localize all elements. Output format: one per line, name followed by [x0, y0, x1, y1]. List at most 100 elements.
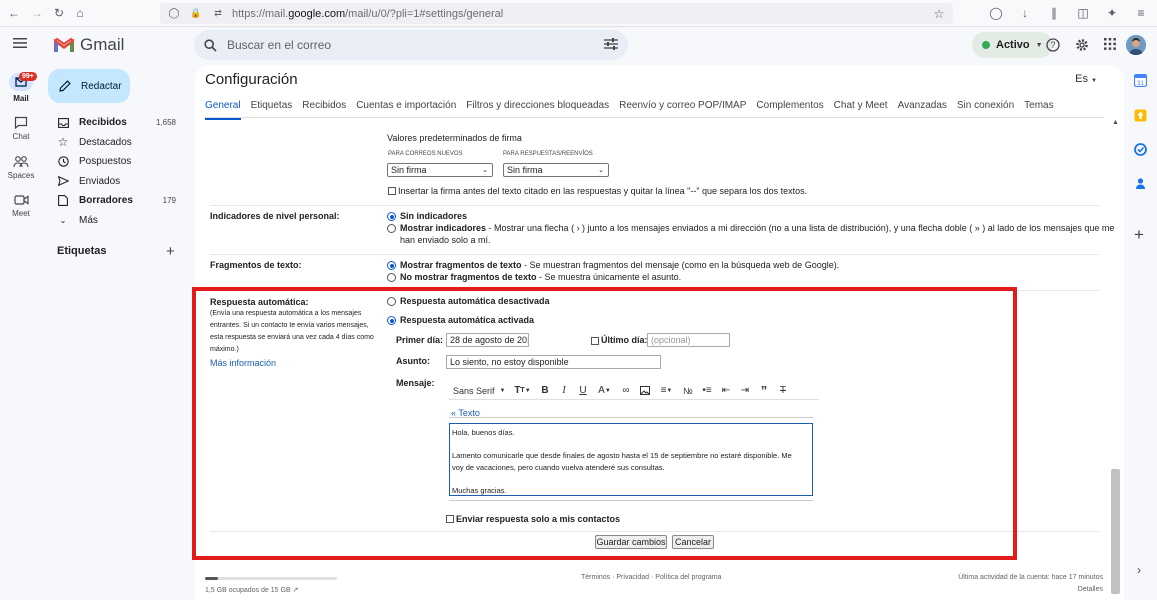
show-indicators-desc-line2: han enviado solo a mí.	[400, 235, 491, 245]
storage-usage: 1,5 GB ocupados de 15 GB ↗	[205, 586, 298, 594]
gmail-m-icon	[54, 37, 74, 52]
unread-count: 1,658	[155, 118, 176, 128]
input-tools-selector[interactable]: Es ▼	[1075, 73, 1097, 85]
calendar-icon[interactable]: 31	[1133, 73, 1148, 90]
chevron-down-icon: ▼	[1035, 41, 1043, 49]
tasks-icon[interactable]	[1134, 143, 1147, 159]
show-snippets-label: Mostrar fragmentos de texto - Se muestra…	[400, 260, 839, 270]
main-menu-icon[interactable]	[13, 37, 27, 52]
new-mail-signature-select[interactable]: Sin firma ⌄	[387, 163, 493, 177]
downloads-icon[interactable]: ↓	[1017, 5, 1033, 21]
language-short: Es	[1075, 73, 1088, 85]
back-icon[interactable]: ←	[6, 5, 22, 21]
star-icon: ☆	[57, 135, 69, 150]
show-snippets-radio[interactable]	[387, 261, 396, 270]
storage-text: 1,5 GB ocupados de 15 GB	[205, 587, 291, 594]
sidebar-item-label: Destacados	[79, 136, 132, 148]
get-addons-icon[interactable]: +	[1134, 225, 1144, 245]
open-external-icon[interactable]: ↗	[293, 587, 299, 594]
sidebar-item-pospuestos[interactable]: Pospuestos	[48, 152, 190, 172]
show-snippets-desc: - Se muestran fragmentos del mensaje (co…	[521, 260, 840, 270]
labels-heading: Etiquetas	[57, 245, 107, 257]
url-text: https://mail.google.com/mail/u/0/?pli=1#…	[232, 7, 504, 20]
status-selector[interactable]: Activo ▼	[972, 32, 1053, 58]
reload-icon[interactable]: ↻	[51, 5, 67, 21]
rail-meet[interactable]: Meet	[0, 194, 42, 218]
expand-panel-icon[interactable]: ›	[1137, 563, 1141, 577]
rail-label-chat: Chat	[12, 132, 30, 141]
folder-list: Recibidos 1,658 ☆ Destacados Pospuestos …	[48, 113, 190, 230]
search-options-icon[interactable]	[604, 38, 618, 53]
chevron-down-icon: ⌄	[598, 167, 604, 174]
scrollbar-thumb[interactable]	[1111, 469, 1120, 594]
storage-bar	[205, 577, 337, 580]
library-icon[interactable]: ∥	[1046, 5, 1062, 21]
menu-icon[interactable]: ≡	[1133, 5, 1149, 21]
account-avatar[interactable]	[1126, 35, 1146, 55]
search-input[interactable]	[227, 38, 587, 52]
keep-icon[interactable]	[1134, 109, 1147, 125]
browser-toolbar: ← → ↻ ⌂ ◯ 🔒 ⇄ https://mail.google.com/ma…	[0, 0, 1157, 27]
no-indicators-label: Sin indicadores	[400, 211, 468, 221]
sidebar-item-enviados[interactable]: Enviados	[48, 172, 190, 192]
home-icon[interactable]: ⌂	[72, 5, 88, 21]
permissions-icon[interactable]: ⇄	[210, 6, 226, 22]
sidebar-item-mas[interactable]: ⌄ Más	[48, 211, 190, 231]
new-mail-caption: PARA CORREOS NUEVOS	[388, 151, 463, 157]
shield-icon[interactable]: ◯	[166, 6, 182, 22]
pocket-icon[interactable]: ◯	[988, 5, 1004, 21]
insert-signature-checkbox[interactable]	[388, 187, 396, 195]
hide-snippets-desc: - Se muestra únicamente el asunto.	[536, 272, 682, 282]
chevron-down-icon: ⌄	[482, 167, 488, 174]
sidebar-icon[interactable]: ◫	[1075, 5, 1091, 21]
unread-badge: 99+	[19, 72, 37, 81]
show-indicators-radio[interactable]	[387, 224, 396, 233]
rail-chat[interactable]: Chat	[0, 116, 42, 141]
sidebar-item-borradores[interactable]: Borradores 179	[48, 191, 190, 211]
draft-icon	[57, 195, 69, 207]
inbox-icon	[57, 117, 69, 128]
show-indicators-label: Mostrar indicadores - Mostrar una flecha…	[400, 223, 1114, 233]
rail-mail[interactable]: 99+ Mail	[0, 72, 42, 103]
rail-label-mail: Mail	[13, 94, 29, 103]
svg-text:31: 31	[1137, 81, 1144, 87]
add-label-icon[interactable]: +	[166, 243, 175, 260]
video-camera-icon	[13, 195, 29, 205]
personal-level-label: Indicadores de nivel personal:	[210, 211, 340, 221]
sidebar-item-recibidos[interactable]: Recibidos 1,658	[48, 113, 190, 133]
select-value: Sin firma	[507, 165, 543, 175]
no-indicators-radio[interactable]	[387, 212, 396, 221]
pencil-icon	[59, 80, 71, 92]
scroll-up-icon[interactable]: ▲	[1112, 119, 1119, 126]
compose-button[interactable]: Redactar	[48, 69, 130, 103]
extensions-icon[interactable]: ✦	[1104, 5, 1120, 21]
details-link[interactable]: Detalles	[1078, 586, 1103, 593]
rail-spaces[interactable]: Spaces	[0, 155, 42, 180]
bookmark-star-icon[interactable]: ☆	[931, 6, 947, 22]
reply-signature-select[interactable]: Sin firma ⌄	[503, 163, 609, 177]
settings-gear-icon[interactable]	[1075, 38, 1089, 55]
lock-icon[interactable]: 🔒	[188, 6, 204, 22]
contacts-icon[interactable]	[1134, 177, 1147, 193]
help-icon[interactable]: ?	[1046, 38, 1060, 55]
address-bar[interactable]: ◯ 🔒 ⇄ https://mail.google.com/mail/u/0/?…	[160, 3, 953, 24]
search-icon[interactable]	[204, 38, 217, 52]
gmail-header: Gmail Activo ▼ ?	[0, 27, 1157, 65]
status-label: Activo	[996, 39, 1030, 51]
sidebar-item-destacados[interactable]: ☆ Destacados	[48, 133, 190, 153]
footer-links[interactable]: Términos · Privacidad · Política del pro…	[581, 574, 721, 581]
gmail-logo[interactable]: Gmail	[54, 35, 124, 55]
row-divider	[210, 254, 1099, 255]
app-name: Gmail	[80, 35, 125, 54]
sidebar-item-label: Recibidos	[79, 117, 127, 129]
settings-scrollbar[interactable]: ▲	[1110, 119, 1122, 600]
last-activity: Última actividad de la cuenta: hace 17 m…	[958, 574, 1103, 581]
hide-snippets-radio[interactable]	[387, 273, 396, 282]
hide-snippets-bold: No mostrar fragmentos de texto	[400, 272, 537, 282]
sidebar-item-label: Enviados	[79, 175, 121, 187]
compose-label: Redactar	[81, 80, 122, 92]
forward-icon[interactable]: →	[29, 5, 45, 21]
apps-grid-icon[interactable]	[1104, 38, 1116, 55]
search-bar[interactable]	[194, 30, 628, 60]
rail-label-spaces: Spaces	[7, 171, 35, 180]
